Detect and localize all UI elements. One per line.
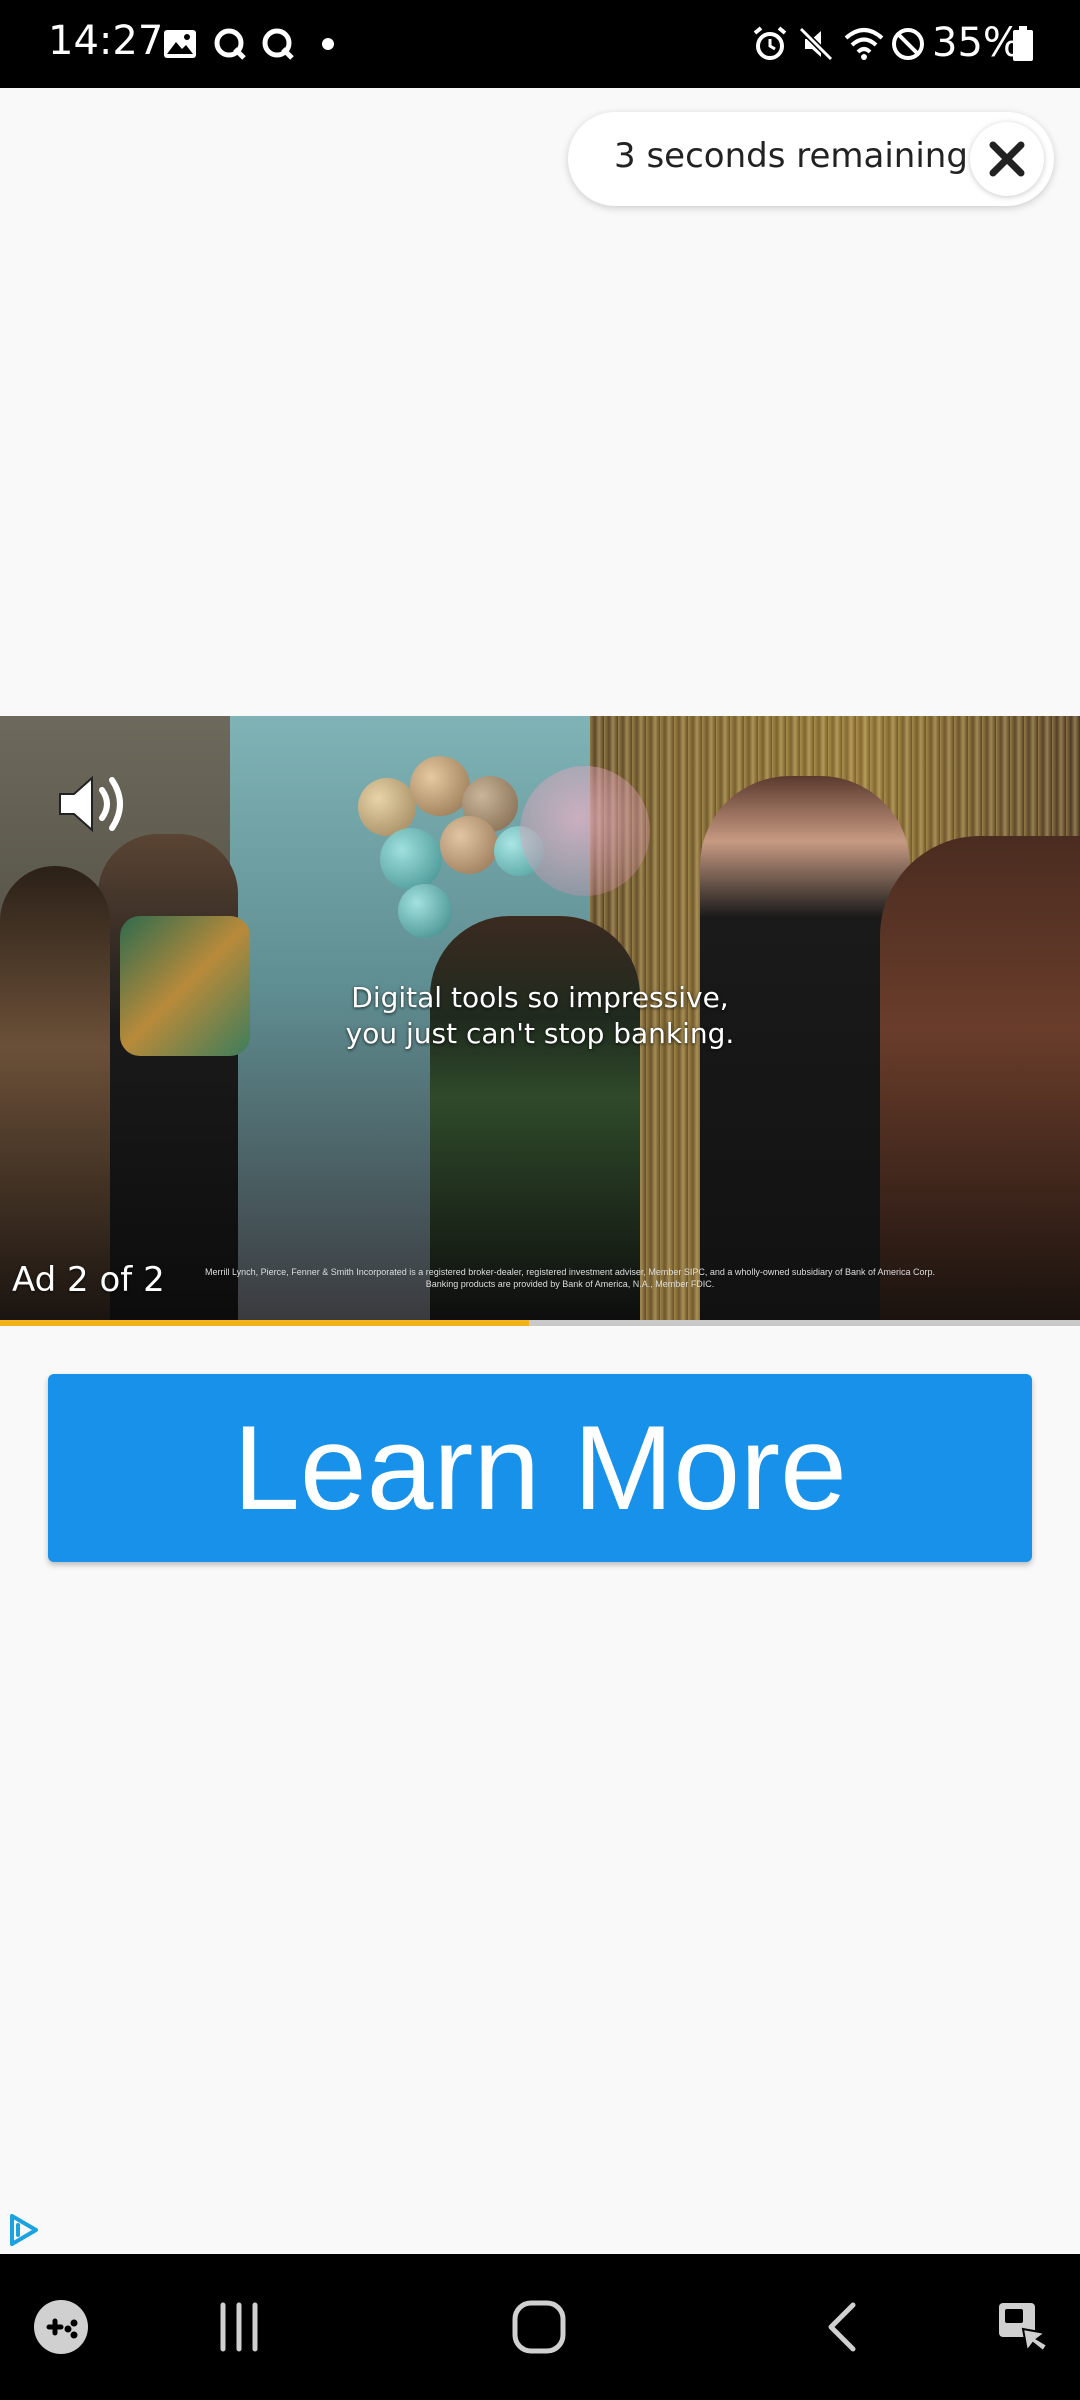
- adchoices-icon: [10, 2214, 38, 2246]
- video-disclaimer-line: Banking products are provided by Bank of…: [425, 1279, 715, 1289]
- video-progress-track: [0, 1320, 1080, 1326]
- dot-icon: [318, 22, 338, 66]
- close-icon: [989, 141, 1025, 177]
- recent-apps-icon: [220, 2302, 258, 2352]
- q-app-icon: [258, 22, 298, 66]
- alarm-icon: [750, 22, 790, 66]
- battery-icon: [1010, 22, 1036, 66]
- skip-countdown: 3 seconds remaining: [568, 112, 1054, 206]
- video-balloon: [440, 816, 498, 874]
- video-disclaimer: Merrill Lynch, Pierce, Fenner & Smith In…: [170, 1266, 970, 1290]
- status-time: 14:27: [48, 18, 164, 64]
- video-figure-guitarist: [98, 834, 238, 1320]
- video-progress-fill: [0, 1320, 530, 1326]
- adchoices-button[interactable]: [6, 2212, 46, 2252]
- home-icon: [512, 2300, 566, 2354]
- video-caption-line: you just can't stop banking.: [345, 1017, 735, 1050]
- ad-counter: Ad 2 of 2: [12, 1260, 165, 1300]
- back-button[interactable]: [810, 2294, 876, 2360]
- game-launcher-icon: [34, 2300, 88, 2354]
- mute-toggle-button[interactable]: [56, 772, 130, 836]
- status-bar: 14:27 35%: [0, 0, 1080, 88]
- video-disclaimer-line: Merrill Lynch, Pierce, Fenner & Smith In…: [205, 1267, 935, 1277]
- do-not-disturb-icon: [888, 22, 928, 66]
- q-app-icon: [210, 22, 250, 66]
- gallery-icon: [160, 22, 200, 66]
- video-caption-line: Digital tools so impressive,: [351, 981, 729, 1014]
- recent-apps-button[interactable]: [206, 2294, 272, 2360]
- wifi-icon: [842, 22, 886, 66]
- close-button[interactable]: [970, 122, 1044, 196]
- speaker-icon: [59, 775, 123, 833]
- video-balloon: [410, 756, 470, 816]
- accessibility-icon: [999, 2303, 1049, 2354]
- learn-more-button[interactable]: Learn More: [48, 1374, 1032, 1562]
- video-balloon: [380, 828, 442, 890]
- video-figure-right: [880, 836, 1080, 1320]
- video-caption: Digital tools so impressive, you just ca…: [0, 980, 1080, 1052]
- accessibility-button[interactable]: [990, 2294, 1056, 2360]
- video-player[interactable]: Digital tools so impressive, you just ca…: [0, 716, 1080, 1320]
- mute-icon: [796, 22, 836, 66]
- countdown-text: 3 seconds remaining: [614, 136, 968, 176]
- video-figure-saxophonist: [430, 916, 640, 1320]
- battery-percentage: 35%: [932, 20, 1021, 66]
- video-balloon: [398, 884, 452, 938]
- home-button[interactable]: [504, 2294, 574, 2360]
- game-launcher-button[interactable]: [28, 2294, 94, 2360]
- video-balloon: [520, 766, 650, 896]
- navigation-bar: [0, 2254, 1080, 2400]
- video-figure-left: [0, 866, 110, 1320]
- back-icon: [828, 2302, 856, 2352]
